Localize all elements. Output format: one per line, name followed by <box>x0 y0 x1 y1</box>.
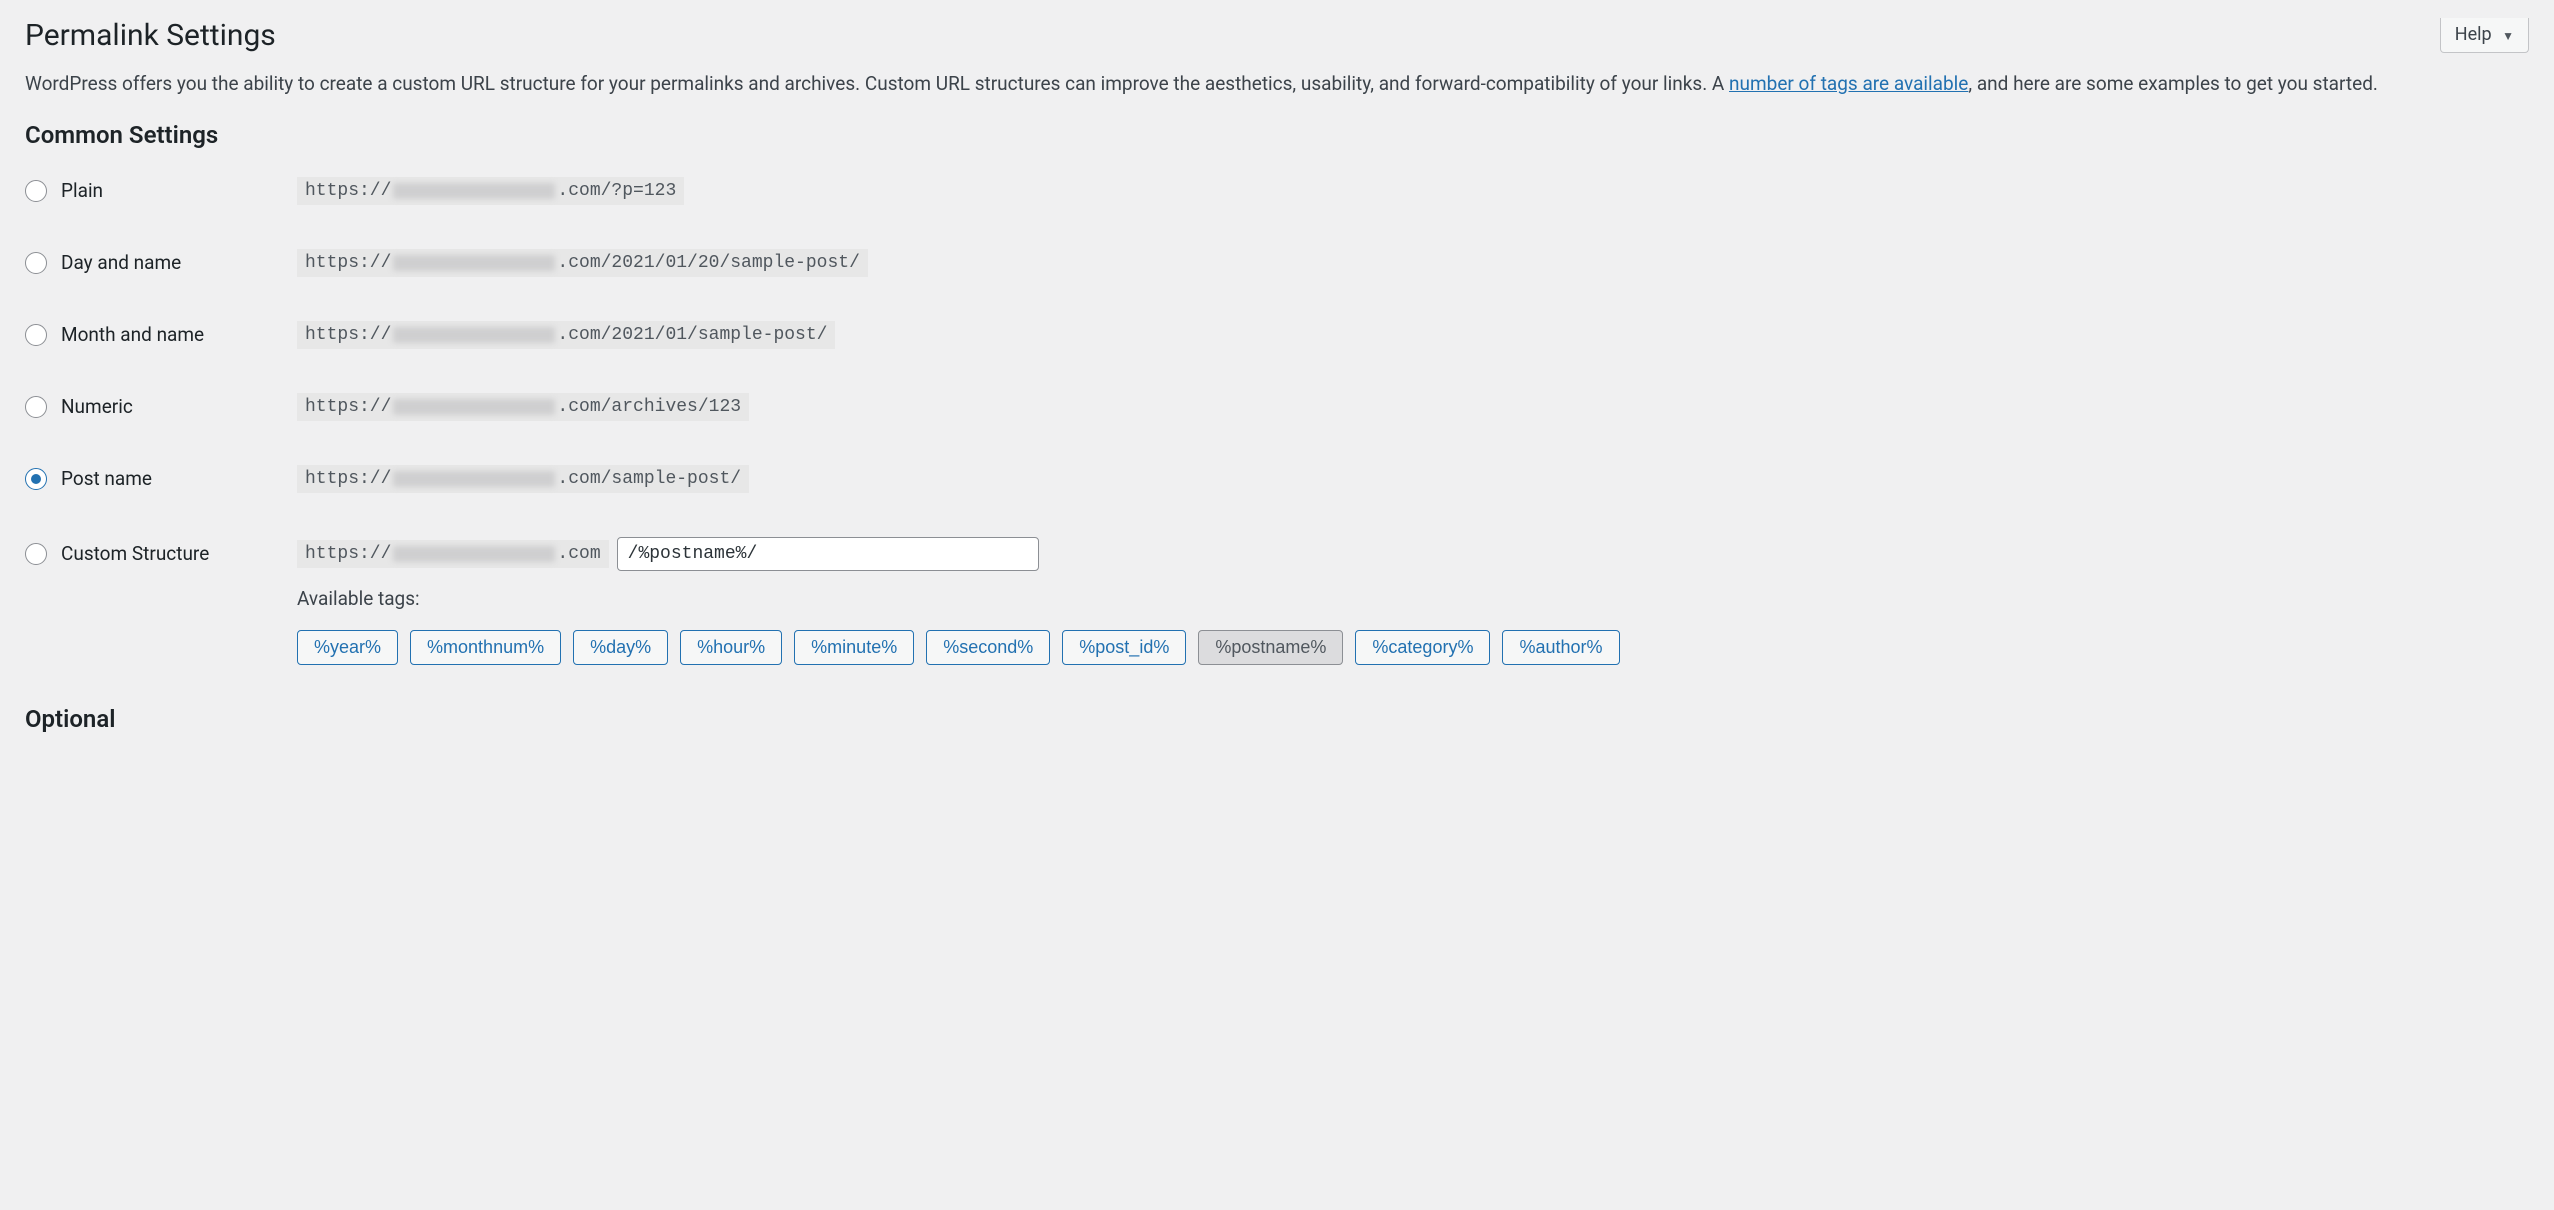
redacted-domain <box>393 255 555 271</box>
example-url: https://.com/2021/01/sample-post/ <box>297 321 835 349</box>
custom-structure-input[interactable] <box>617 537 1039 571</box>
intro-text-suffix: , and here are some examples to get you … <box>1968 72 2378 95</box>
help-tab[interactable]: Help ▼ <box>2440 18 2529 53</box>
tag-button[interactable]: %year% <box>297 630 398 665</box>
example-url: https://.com/2021/01/20/sample-post/ <box>297 249 868 277</box>
tag-button[interactable]: %post_id% <box>1062 630 1186 665</box>
tag-button[interactable]: %day% <box>573 630 668 665</box>
permalink-option-row: Plain https://.com/?p=123 <box>25 177 2529 205</box>
tag-button[interactable]: %category% <box>1355 630 1490 665</box>
radio-label-custom-structure[interactable]: Custom Structure <box>61 542 209 565</box>
redacted-domain <box>393 327 555 343</box>
radio-label[interactable]: Post name <box>61 467 152 490</box>
tag-buttons-row: %year% %monthnum% %day% %hour% %minute% %seco… <box>297 630 2529 665</box>
tag-button[interactable]: %postname% <box>1198 630 1343 665</box>
example-url: https://.com/sample-post/ <box>297 465 749 493</box>
permalink-option-row: Month and name https://.com/2021/01/sampl… <box>25 321 2529 349</box>
radio-label[interactable]: Day and name <box>61 251 181 274</box>
optional-heading: Optional <box>25 705 2529 733</box>
permalink-option-row: Numeric https://.com/archives/123 <box>25 393 2529 421</box>
redacted-domain <box>393 399 555 415</box>
permalink-option-row: Day and name https://.com/2021/01/20/samp… <box>25 249 2529 277</box>
tag-button[interactable]: %minute% <box>794 630 914 665</box>
intro-paragraph: WordPress offers you the ability to crea… <box>25 71 2529 97</box>
redacted-domain <box>393 183 555 199</box>
chevron-down-icon: ▼ <box>2502 29 2514 43</box>
common-settings-heading: Common Settings <box>25 121 2529 149</box>
custom-base-url: https://.com <box>297 540 609 568</box>
radio-label[interactable]: Numeric <box>61 395 133 418</box>
radio-day-and-name[interactable] <box>25 252 47 274</box>
permalink-option-row: Post name https://.com/sample-post/ <box>25 465 2529 493</box>
redacted-domain <box>393 471 555 487</box>
radio-plain[interactable] <box>25 180 47 202</box>
example-url: https://.com/?p=123 <box>297 177 684 205</box>
radio-post-name[interactable] <box>25 468 47 490</box>
tag-button[interactable]: %monthnum% <box>410 630 561 665</box>
available-tags-label: Available tags: <box>297 587 2529 610</box>
radio-custom-structure[interactable] <box>25 543 47 565</box>
tag-button[interactable]: %hour% <box>680 630 782 665</box>
tag-button[interactable]: %author% <box>1502 630 1619 665</box>
tags-available-link[interactable]: number of tags are available <box>1729 72 1968 95</box>
tag-button[interactable]: %second% <box>926 630 1050 665</box>
page-title: Permalink Settings <box>25 18 2529 53</box>
radio-month-and-name[interactable] <box>25 324 47 346</box>
radio-numeric[interactable] <box>25 396 47 418</box>
intro-text-prefix: WordPress offers you the ability to crea… <box>25 72 1729 95</box>
redacted-domain <box>393 546 555 562</box>
help-tab-label: Help <box>2455 24 2492 45</box>
radio-label[interactable]: Plain <box>61 179 103 202</box>
example-url: https://.com/archives/123 <box>297 393 749 421</box>
radio-label[interactable]: Month and name <box>61 323 204 346</box>
